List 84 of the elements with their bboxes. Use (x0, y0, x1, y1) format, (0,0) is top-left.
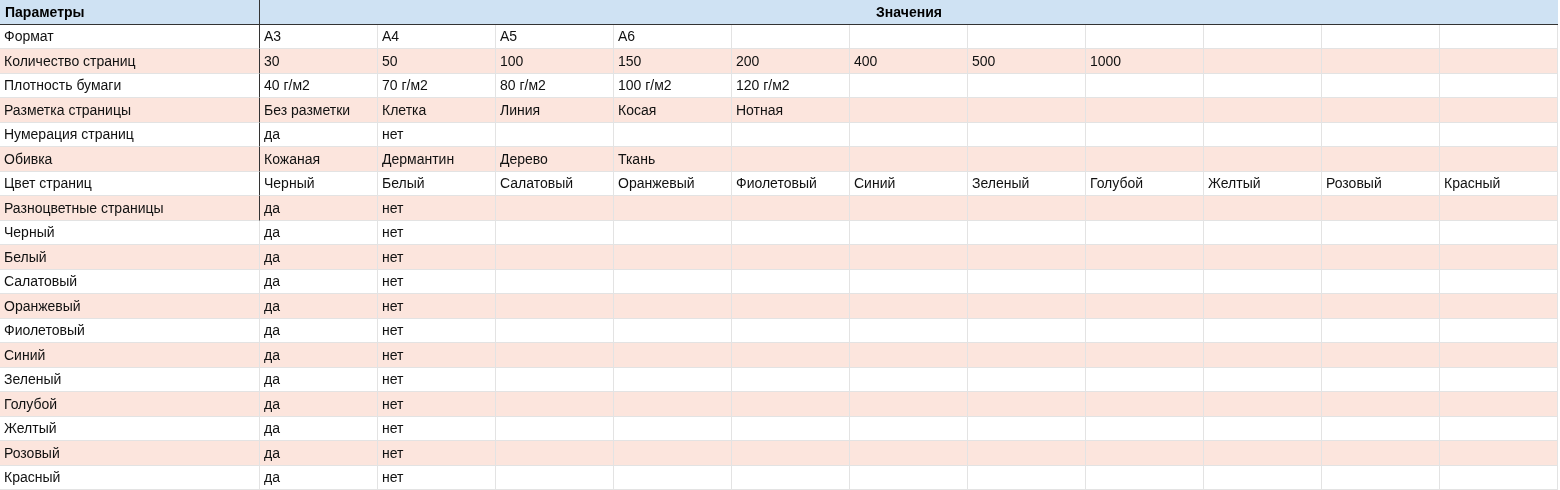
table-cell: Черный (260, 171, 378, 196)
table-cell: 100 г/м2 (614, 73, 732, 98)
table-cell: нет (378, 269, 496, 294)
table-cell: да (260, 196, 378, 221)
table-cell: Дерево (496, 147, 614, 172)
table-cell: 500 (968, 49, 1086, 74)
table-cell: нет (378, 416, 496, 441)
table-cell: Ткань (614, 147, 732, 172)
table-cell: Красный (1440, 171, 1558, 196)
table-cell: да (260, 465, 378, 490)
row-label: Голубой (0, 392, 260, 417)
table-cell: Салатовый (496, 171, 614, 196)
row-label: Плотность бумаги (0, 73, 260, 98)
table-cell: да (260, 441, 378, 466)
row-label: Розовый (0, 441, 260, 466)
table-cell: 120 г/м2 (732, 73, 850, 98)
table-cell: Кожаная (260, 147, 378, 172)
table-cell: Желтый (1204, 171, 1322, 196)
table-cell: 80 г/м2 (496, 73, 614, 98)
table-cell: Розовый (1322, 171, 1440, 196)
table-cell: 150 (614, 49, 732, 74)
table-cell: нет (378, 196, 496, 221)
row-label: Цвет страниц (0, 171, 260, 196)
table-cell: да (260, 318, 378, 343)
table-cell: Голубой (1086, 171, 1204, 196)
table-cell: Нотная (732, 98, 850, 123)
table-cell: нет (378, 318, 496, 343)
table-cell: 30 (260, 49, 378, 74)
table-cell: да (260, 367, 378, 392)
table-cell: 400 (850, 49, 968, 74)
table-cell: нет (378, 367, 496, 392)
table-cell: нет (378, 122, 496, 147)
table-cell: нет (378, 441, 496, 466)
table-cell: нет (378, 294, 496, 319)
table-cell: 70 г/м2 (378, 73, 496, 98)
row-label: Синий (0, 343, 260, 368)
table-cell: нет (378, 220, 496, 245)
table-cell: Линия (496, 98, 614, 123)
row-label: Формат (0, 24, 260, 49)
table-cell: да (260, 122, 378, 147)
table-cell: да (260, 416, 378, 441)
table-cell: A5 (496, 24, 614, 49)
table-cell: да (260, 245, 378, 270)
row-label: Обивка (0, 147, 260, 172)
table-cell: Без разметки (260, 98, 378, 123)
row-label: Количество страниц (0, 49, 260, 74)
table-cell: да (260, 392, 378, 417)
row-label: Оранжевый (0, 294, 260, 319)
row-label: Черный (0, 220, 260, 245)
table-cell: Косая (614, 98, 732, 123)
row-label: Белый (0, 245, 260, 270)
table-cell: 40 г/м2 (260, 73, 378, 98)
row-label: Желтый (0, 416, 260, 441)
row-label: Салатовый (0, 269, 260, 294)
table-cell: Клетка (378, 98, 496, 123)
table-cell: Оранжевый (614, 171, 732, 196)
table-cell: Зеленый (968, 171, 1086, 196)
row-label: Красный (0, 465, 260, 490)
table-cell: 50 (378, 49, 496, 74)
table-cell: нет (378, 465, 496, 490)
table-cell: Фиолетовый (732, 171, 850, 196)
table-cell: да (260, 220, 378, 245)
table-cell: да (260, 343, 378, 368)
table-cell: да (260, 294, 378, 319)
table-cell: Белый (378, 171, 496, 196)
row-label: Разноцветные страницы (0, 196, 260, 221)
table-cell: 1000 (1086, 49, 1204, 74)
table-cell: A3 (260, 24, 378, 49)
row-label: Зеленый (0, 367, 260, 392)
table-cell: да (260, 269, 378, 294)
row-label: Разметка страницы (0, 98, 260, 123)
column-header: Параметры (0, 0, 260, 25)
table-cell: нет (378, 245, 496, 270)
table-cell: Синий (850, 171, 968, 196)
table-cell: A6 (614, 24, 732, 49)
column-header: Значения (260, 0, 1558, 25)
row-label: Нумерация страниц (0, 122, 260, 147)
table-cell: A4 (378, 24, 496, 49)
table-cell: нет (378, 343, 496, 368)
table-cell: 100 (496, 49, 614, 74)
table-cell: 200 (732, 49, 850, 74)
row-label: Фиолетовый (0, 318, 260, 343)
table-cell: нет (378, 392, 496, 417)
table-cell: Дермантин (378, 147, 496, 172)
